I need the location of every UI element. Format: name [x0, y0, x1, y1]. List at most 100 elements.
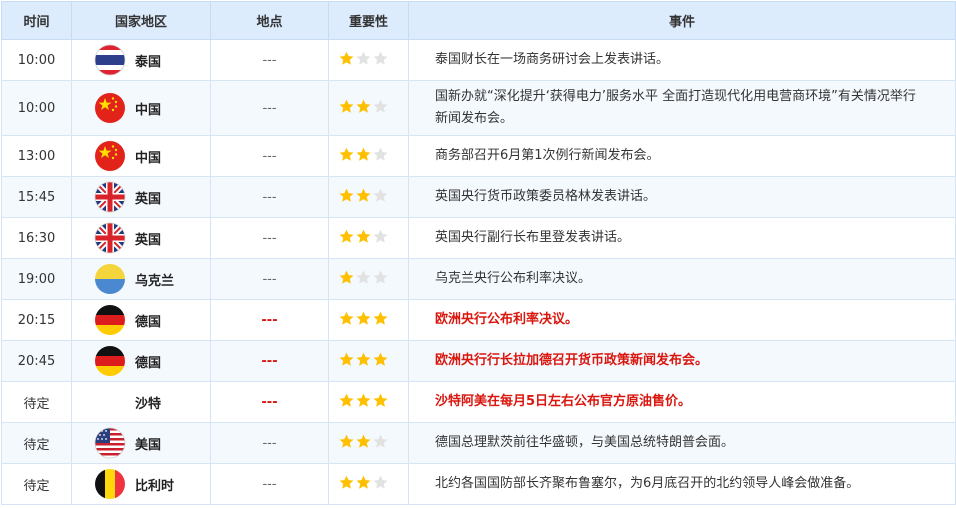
event-time: 13:00 — [1, 135, 72, 177]
table-row: 16:30 英国 --- 英国央行副行长布里登发表讲话。 — [1, 217, 956, 259]
header-importance: 重要性 — [328, 1, 409, 40]
flag-placeholder — [94, 386, 126, 418]
belgium-flag-icon — [94, 468, 126, 500]
country-name: 中国 — [135, 102, 162, 118]
star-filled-icon — [339, 352, 354, 366]
star-empty-icon — [373, 188, 388, 202]
importance-rating — [328, 39, 409, 81]
star-empty-icon — [373, 51, 388, 65]
star-filled-icon — [339, 229, 354, 243]
event-place: --- — [210, 135, 329, 177]
event-time: 16:30 — [1, 217, 72, 259]
event-description: 英国央行货币政策委员格林发表讲话。 — [408, 176, 956, 218]
star-filled-icon — [356, 475, 371, 489]
table-header-row: 时间 国家地区 地点 重要性 事件 — [1, 1, 956, 40]
event-description: 沙特阿美在每月5日左右公布官方原油售价。 — [408, 381, 956, 423]
star-filled-icon — [339, 51, 354, 65]
importance-rating — [328, 176, 409, 218]
event-country-cell: 英国 — [71, 176, 211, 218]
star-filled-icon — [356, 188, 371, 202]
importance-rating — [328, 422, 409, 464]
star-filled-icon — [339, 99, 354, 113]
event-description: 北约各国国防部长齐聚布鲁塞尔，为6月底召开的北约领导人峰会做准备。 — [408, 463, 956, 505]
event-description: 英国央行副行长布里登发表讲话。 — [408, 217, 956, 259]
country-name: 泰国 — [135, 54, 162, 70]
importance-rating — [328, 463, 409, 505]
event-description: 乌克兰央行公布利率决议。 — [408, 258, 956, 300]
event-place: --- — [210, 299, 329, 341]
star-empty-icon — [373, 475, 388, 489]
event-country-cell: 英国 — [71, 217, 211, 259]
table-row: 15:45 英国 --- 英国央行货币政策委员格林发表讲话。 — [1, 176, 956, 218]
country-name: 英国 — [135, 191, 162, 207]
table-row: 20:15 德国 --- 欧洲央行公布利率决议。 — [1, 299, 956, 341]
star-filled-icon — [356, 434, 371, 448]
table-row: 10:00 泰国 --- 泰国财长在一场商务研讨会上发表讲话。 — [1, 39, 956, 81]
table-row: 待定 沙特 --- 沙特阿美在每月5日左右公布官方原油售价。 — [1, 381, 956, 423]
country-name: 沙特 — [135, 396, 162, 412]
event-country-cell: 中国 — [71, 80, 211, 136]
economic-calendar-table: 时间 国家地区 地点 重要性 事件 10:00 泰国 --- 泰国财长在一场商务研讨会… — [1, 1, 956, 505]
star-empty-icon — [373, 434, 388, 448]
star-filled-icon — [339, 393, 354, 407]
star-filled-icon — [356, 99, 371, 113]
country-name: 中国 — [135, 150, 162, 166]
star-filled-icon — [373, 311, 388, 325]
event-place: --- — [210, 39, 329, 81]
event-time: 待定 — [1, 422, 72, 464]
event-time: 20:45 — [1, 340, 72, 382]
germany-flag-icon — [94, 345, 126, 377]
table-row: 13:00 中国 --- 商务部召开6月第1次例行新闻发布会。 — [1, 135, 956, 177]
event-description: 国新办就“深化提升‘获得电力’服务水平 全面打造现代化用电营商环境”有关情况举行… — [408, 80, 956, 136]
country-name: 德国 — [135, 355, 162, 371]
event-time: 10:00 — [1, 39, 72, 81]
usa-flag-icon — [94, 427, 126, 459]
header-place: 地点 — [210, 1, 329, 40]
event-place: --- — [210, 217, 329, 259]
event-place: --- — [210, 80, 329, 136]
event-description: 商务部召开6月第1次例行新闻发布会。 — [408, 135, 956, 177]
star-empty-icon — [356, 51, 371, 65]
event-description: 德国总理默茨前往华盛顿，与美国总统特朗普会面。 — [408, 422, 956, 464]
country-name: 德国 — [135, 314, 162, 330]
country-name: 乌克兰 — [135, 273, 175, 289]
star-filled-icon — [339, 147, 354, 161]
star-filled-icon — [356, 352, 371, 366]
star-empty-icon — [373, 147, 388, 161]
star-empty-icon — [356, 270, 371, 284]
country-name: 美国 — [135, 437, 162, 453]
event-place: --- — [210, 176, 329, 218]
table-row: 19:00 乌克兰 --- 乌克兰央行公布利率决议。 — [1, 258, 956, 300]
germany-flag-icon — [94, 304, 126, 336]
importance-rating — [328, 135, 409, 177]
china-flag-icon — [94, 140, 126, 172]
star-filled-icon — [356, 311, 371, 325]
star-filled-icon — [339, 188, 354, 202]
header-country: 国家地区 — [71, 1, 211, 40]
header-time: 时间 — [1, 1, 72, 40]
event-country-cell: 德国 — [71, 299, 211, 341]
event-time: 10:00 — [1, 80, 72, 136]
event-country-cell: 泰国 — [71, 39, 211, 81]
star-empty-icon — [373, 229, 388, 243]
uk-flag-icon — [94, 181, 126, 213]
event-description: 泰国财长在一场商务研讨会上发表讲话。 — [408, 39, 956, 81]
star-filled-icon — [339, 311, 354, 325]
star-filled-icon — [373, 352, 388, 366]
event-place: --- — [210, 258, 329, 300]
star-empty-icon — [373, 270, 388, 284]
importance-rating — [328, 340, 409, 382]
event-time: 待定 — [1, 463, 72, 505]
event-time: 待定 — [1, 381, 72, 423]
star-filled-icon — [339, 270, 354, 284]
table-row: 待定 比利时 --- 北约各国国防部长齐聚布鲁塞尔，为6月底召开的北约领导人峰会做准备… — [1, 463, 956, 505]
importance-rating — [328, 299, 409, 341]
event-description: 欧洲央行公布利率决议。 — [408, 299, 956, 341]
country-name: 英国 — [135, 232, 162, 248]
star-filled-icon — [339, 434, 354, 448]
importance-rating — [328, 258, 409, 300]
star-empty-icon — [373, 99, 388, 113]
star-filled-icon — [356, 147, 371, 161]
event-country-cell: 沙特 — [71, 381, 211, 423]
china-flag-icon — [94, 92, 126, 124]
